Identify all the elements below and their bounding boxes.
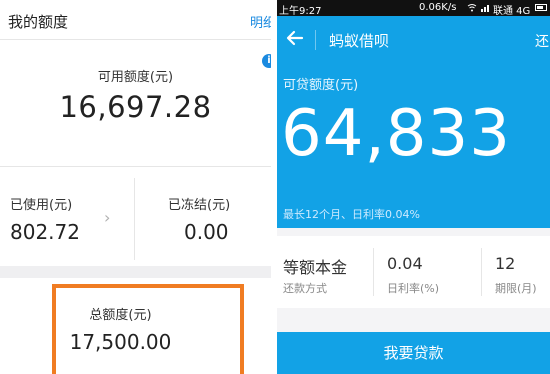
repayment-method-value: 等额本金 xyxy=(283,258,348,277)
back-arrow-icon[interactable] xyxy=(283,26,307,50)
status-time: 上午9:27 xyxy=(279,6,322,17)
status-bar: 上午9:27 0.06K/s 联通 4G xyxy=(277,0,550,17)
section-divider xyxy=(0,166,271,167)
repayment-method-cell: 等额本金 还款方式 xyxy=(277,236,371,308)
quota-header: 我的额度 明细 xyxy=(0,0,271,40)
available-quota-value: 16,697.28 xyxy=(59,90,212,124)
term-divider xyxy=(373,248,374,296)
loan-terms-summary: 最长12个月、日利率0.04% xyxy=(283,208,420,221)
cell-divider xyxy=(134,178,135,260)
repayment-method-label: 还款方式 xyxy=(283,282,327,295)
apply-loan-button[interactable]: 我要贷款 xyxy=(277,332,550,374)
battery-icon xyxy=(535,4,547,11)
loanable-amount-panel: 可贷额度(元) 64,833 最长12个月、日利率0.04% xyxy=(277,62,550,228)
term-months-cell: 12 期限(月) xyxy=(483,236,550,308)
nav-bar: 蚂蚁借呗 还 xyxy=(277,16,550,62)
loan-screen: 上午9:27 0.06K/s 联通 4G 蚂蚁借呗 还 可贷额度(元) 64,8… xyxy=(277,0,550,374)
loan-terms-row: 等额本金 还款方式 0.04 日利率(%) 12 期限(月) xyxy=(277,236,550,308)
highlight-annotation-box xyxy=(52,284,244,374)
frozen-quota-value: 0.00 xyxy=(184,220,229,244)
term-divider xyxy=(481,248,482,296)
page-title: 我的额度 xyxy=(8,13,69,31)
carrier-label: 联通 4G xyxy=(493,6,531,17)
network-speed: 0.06K/s xyxy=(419,2,457,13)
chevron-right-icon: › xyxy=(104,208,111,227)
loanable-amount-label: 可贷额度(元) xyxy=(283,78,359,93)
signal-icon xyxy=(481,5,489,12)
frozen-quota-label: 已冻结(元) xyxy=(168,198,231,213)
total-quota-label: 总额度(元) xyxy=(89,308,152,323)
loanable-amount-value: 64,833 xyxy=(281,97,511,171)
detail-link[interactable]: 明细 xyxy=(250,12,271,31)
section-spacer xyxy=(0,266,271,278)
nav-title: 蚂蚁借呗 xyxy=(329,32,390,50)
quota-screen: 我的额度 明细 i 可用额度(元) 16,697.28 已使用(元) 802.7… xyxy=(0,0,271,374)
used-quota-value: 802.72 xyxy=(10,220,80,244)
available-quota-label: 可用额度(元) xyxy=(97,70,174,85)
daily-rate-label: 日利率(%) xyxy=(387,282,440,295)
daily-rate-value: 0.04 xyxy=(387,254,423,273)
term-months-label: 期限(月) xyxy=(495,282,537,295)
wifi-icon xyxy=(467,4,477,12)
total-quota-value: 17,500.00 xyxy=(69,330,172,354)
term-months-value: 12 xyxy=(495,254,516,273)
daily-rate-cell: 0.04 日利率(%) xyxy=(375,236,475,308)
nav-divider xyxy=(315,30,316,50)
repay-link[interactable]: 还 xyxy=(535,31,549,51)
used-quota-label: 已使用(元) xyxy=(10,198,73,213)
